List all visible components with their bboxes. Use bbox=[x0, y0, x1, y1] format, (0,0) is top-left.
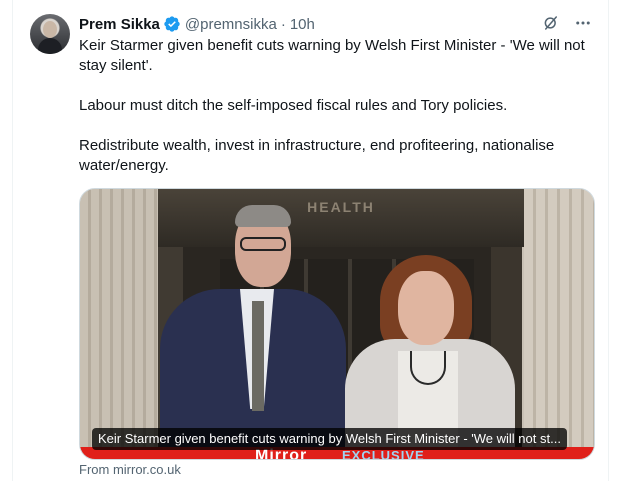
pillar-left bbox=[80, 189, 158, 459]
author-name[interactable]: Prem Sikka bbox=[79, 16, 160, 33]
card-title[interactable]: Keir Starmer given benefit cuts warning … bbox=[92, 428, 567, 450]
timestamp[interactable]: 10h bbox=[290, 16, 315, 33]
avatar-face bbox=[43, 21, 57, 38]
card-source[interactable]: From mirror.co.uk bbox=[79, 462, 181, 477]
tweet-text: Keir Starmer given benefit cuts warning … bbox=[79, 36, 594, 196]
woman-head bbox=[398, 271, 454, 345]
link-card[interactable]: HEALTH Mirror EXCLUSIVE Keir Starmer giv… bbox=[79, 188, 595, 460]
tweet[interactable]: Prem Sikka @premnsikka · 10h Keir Starme… bbox=[12, 0, 609, 481]
glasses bbox=[240, 237, 286, 251]
separator-dot: · bbox=[280, 15, 286, 33]
avatar-body bbox=[38, 38, 62, 54]
building-sign: HEALTH bbox=[307, 199, 375, 215]
man-hair bbox=[235, 205, 291, 227]
author-handle[interactable]: @premnsikka bbox=[185, 16, 277, 33]
tweet-paragraph: Redistribute wealth, invest in infrastru… bbox=[79, 137, 555, 174]
man-tie bbox=[252, 301, 264, 411]
grok-icon[interactable] bbox=[542, 14, 560, 32]
tweet-paragraph: Keir Starmer given benefit cuts warning … bbox=[79, 37, 585, 74]
more-options-icon[interactable] bbox=[574, 14, 592, 32]
card-image[interactable]: HEALTH Mirror EXCLUSIVE bbox=[80, 189, 594, 459]
tweet-actions bbox=[542, 14, 592, 32]
avatar[interactable] bbox=[30, 14, 70, 54]
tweet-header: Prem Sikka @premnsikka · 10h bbox=[79, 14, 315, 34]
verified-badge-icon[interactable] bbox=[163, 15, 181, 33]
pillar-right bbox=[524, 189, 594, 459]
tweet-paragraph: Labour must ditch the self-imposed fisca… bbox=[79, 97, 508, 114]
door-lintel: HEALTH bbox=[158, 189, 524, 247]
